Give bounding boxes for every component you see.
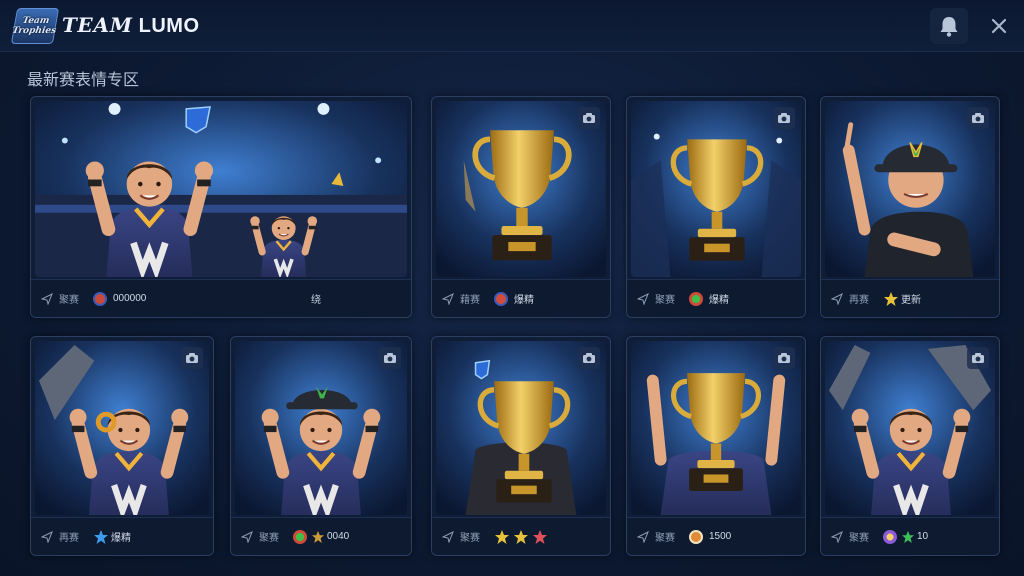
card-footer: 藉赛 爆精 <box>432 279 610 317</box>
emote-card-9[interactable]: 聚赛 10 <box>820 336 1000 556</box>
card-value: 爆精 <box>514 295 534 306</box>
camera-icon <box>776 110 792 126</box>
camera-button[interactable] <box>379 347 401 369</box>
emote-card-5[interactable]: 再赛 爆精 <box>30 336 214 556</box>
card-value: 爆精 <box>111 533 131 544</box>
emote-card-6[interactable]: 聚赛 0040 <box>230 336 412 556</box>
card-category: 再赛 <box>59 533 79 544</box>
card-extra: 绕 <box>311 295 321 306</box>
close-button[interactable] <box>982 8 1016 44</box>
camera-icon <box>581 110 597 126</box>
logo-text-bottom: Trophies <box>11 26 57 36</box>
star-icon <box>94 529 108 544</box>
camera-button[interactable] <box>773 107 795 129</box>
send-icon[interactable] <box>41 293 53 305</box>
emote-card-8[interactable]: 聚赛 1500 <box>626 336 806 556</box>
star-icon <box>902 530 914 543</box>
card-value: 0040 <box>327 531 350 542</box>
camera-button[interactable] <box>578 347 600 369</box>
card-art <box>35 101 407 277</box>
logo-text-top: Team <box>21 16 51 26</box>
send-icon[interactable] <box>637 531 649 543</box>
card-value: 000000 <box>113 293 147 304</box>
star-icon <box>312 530 324 543</box>
card-category: 聚赛 <box>849 533 869 544</box>
emote-badge-icon <box>494 291 508 306</box>
card-footer: 聚赛 <box>432 517 610 555</box>
card-footer: 聚赛 0040 <box>231 517 411 555</box>
send-icon[interactable] <box>442 293 454 305</box>
camera-button[interactable] <box>181 347 203 369</box>
camera-button[interactable] <box>967 107 989 129</box>
card-footer: 再赛 爆精 <box>31 517 213 555</box>
rating-stars <box>494 529 548 545</box>
camera-icon <box>776 350 792 366</box>
emote-card-7[interactable]: 聚赛 <box>431 336 611 556</box>
card-footer: 聚赛 000000 绕 <box>31 279 411 317</box>
section-title: 最新赛表情专区 <box>27 72 140 89</box>
card-category: 聚赛 <box>655 295 675 306</box>
card-value: 更新 <box>901 295 921 306</box>
emote-badge-icon <box>689 291 703 306</box>
notification-button[interactable] <box>930 8 968 44</box>
camera-button[interactable] <box>578 107 600 129</box>
send-icon[interactable] <box>241 531 253 543</box>
card-category: 聚赛 <box>259 533 279 544</box>
emote-badge-icon <box>293 529 307 544</box>
card-value: 10 <box>917 531 929 542</box>
star-icon <box>884 291 898 306</box>
camera-icon <box>970 350 986 366</box>
card-value: 爆精 <box>709 295 729 306</box>
send-icon[interactable] <box>442 531 454 543</box>
star-icon <box>495 529 509 544</box>
brand-title: ТЕАМ LUMO <box>62 13 200 37</box>
star-icon <box>514 529 528 544</box>
emote-card-1[interactable]: 聚赛 000000 绕 <box>30 96 412 318</box>
emote-badge-icon <box>689 529 703 544</box>
card-category: 聚赛 <box>655 533 675 544</box>
send-icon[interactable] <box>41 531 53 543</box>
star-icon <box>533 529 547 544</box>
send-icon[interactable] <box>831 293 843 305</box>
card-category: 藉赛 <box>460 295 480 306</box>
send-icon[interactable] <box>637 293 649 305</box>
emote-card-4[interactable]: 再赛 更新 <box>820 96 1000 318</box>
card-category: 再赛 <box>849 295 869 306</box>
camera-icon <box>184 350 200 366</box>
card-footer: 聚赛 10 <box>821 517 999 555</box>
card-value: 1500 <box>709 531 732 542</box>
camera-icon <box>970 110 986 126</box>
camera-icon <box>581 350 597 366</box>
camera-button[interactable] <box>967 347 989 369</box>
camera-button[interactable] <box>773 347 795 369</box>
camera-icon <box>382 350 398 366</box>
brand-name: LUMO <box>138 15 200 37</box>
card-footer: 再赛 更新 <box>821 279 999 317</box>
card-category: 聚赛 <box>59 295 79 306</box>
team-logo[interactable]: Team Trophies <box>10 8 60 44</box>
bell-icon <box>940 17 958 37</box>
close-icon <box>991 18 1007 34</box>
card-footer: 聚赛 1500 <box>627 517 805 555</box>
brand-prefix: ТЕАМ <box>62 13 133 37</box>
emote-card-3[interactable]: 聚赛 爆精 <box>626 96 806 318</box>
top-bar: Team Trophies ТЕАМ LUMO <box>0 0 1024 52</box>
emote-badge-icon <box>883 529 897 544</box>
send-icon[interactable] <box>831 531 843 543</box>
emote-card-2[interactable]: 藉赛 爆精 <box>431 96 611 318</box>
card-category: 聚赛 <box>460 533 480 544</box>
card-footer: 聚赛 爆精 <box>627 279 805 317</box>
emote-badge-icon <box>93 291 107 306</box>
